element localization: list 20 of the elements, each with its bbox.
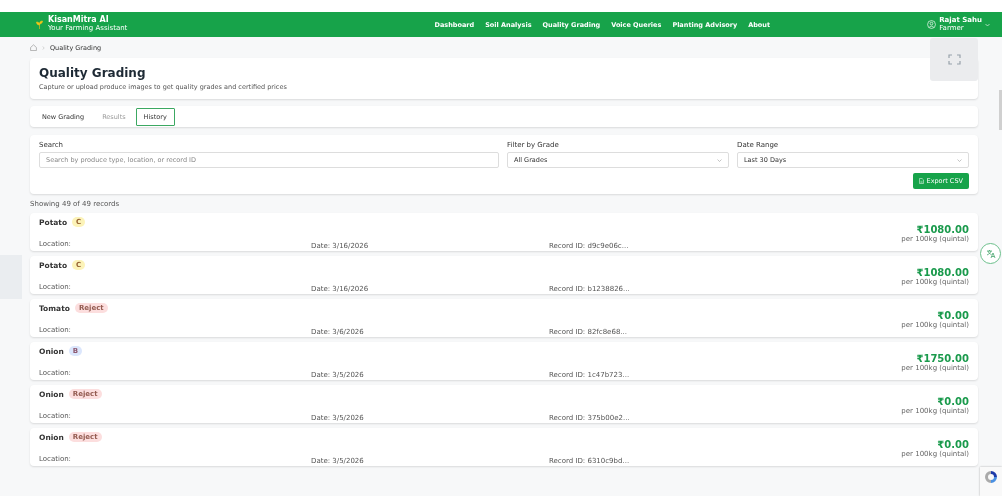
page-title: Quality Grading: [39, 66, 147, 80]
fullscreen-button[interactable]: [930, 38, 978, 81]
price: ₹1750.00: [915, 353, 969, 364]
price: ₹0.00: [937, 310, 969, 321]
user-icon[interactable]: [927, 20, 937, 29]
sprout-icon: [36, 20, 43, 29]
chevron-icon: [717, 158, 722, 162]
file-icon: [918, 178, 924, 184]
brand-name: KisanMitra AI: [48, 16, 109, 25]
scrollbar[interactable]: [999, 90, 1002, 130]
recaptcha-badge[interactable]: [980, 467, 1002, 496]
translate-icon: [985, 248, 996, 259]
expand-icon: [947, 54, 961, 65]
price: ₹0.00: [937, 396, 969, 407]
price: ₹0.00: [937, 439, 969, 450]
chevron-icon: [957, 158, 962, 162]
home-icon[interactable]: [30, 44, 37, 51]
price: ₹1080.00: [915, 267, 969, 278]
price: ₹1080.00: [915, 224, 969, 235]
chevron-icon[interactable]: [985, 22, 990, 27]
